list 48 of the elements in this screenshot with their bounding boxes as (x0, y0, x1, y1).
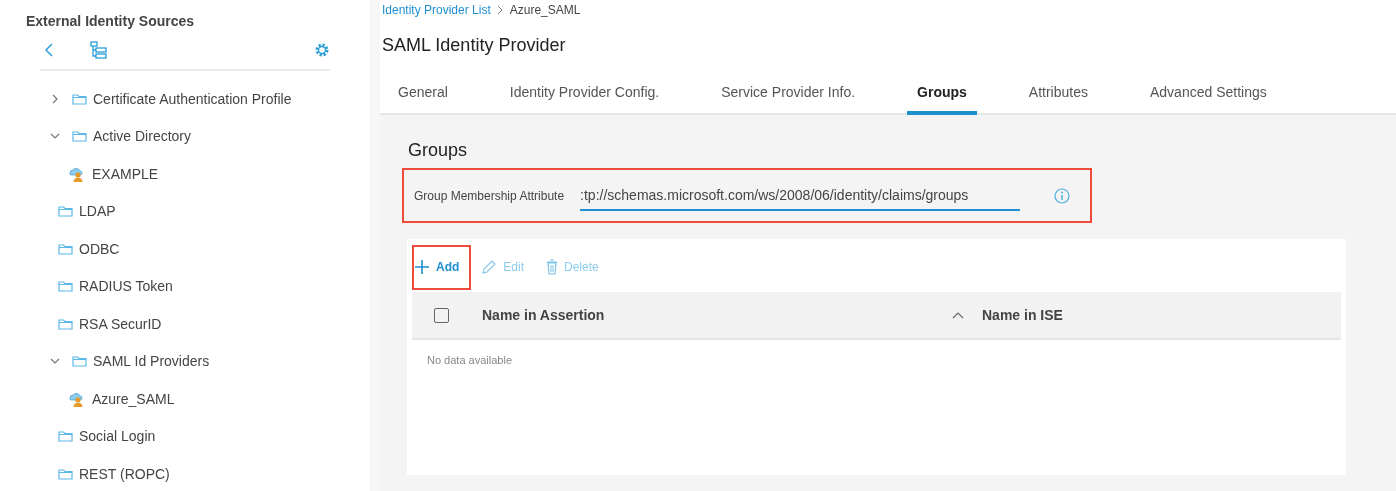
tab[interactable]: Advanced Settings (1140, 76, 1277, 115)
chevron-right-icon (496, 5, 504, 15)
tree-item-label[interactable]: Azure_SAML (92, 390, 175, 407)
page-title: SAML Identity Provider (382, 35, 567, 56)
tree-item-label[interactable]: RADIUS Token (79, 278, 173, 295)
tree-item-label[interactable]: Active Directory (93, 128, 192, 145)
breadcrumb-current: Azure_SAML (509, 3, 581, 17)
folder-icon (58, 242, 73, 255)
user-cloud-icon (68, 390, 86, 407)
folder-icon (72, 355, 87, 368)
tab[interactable]: General (388, 76, 458, 115)
tree-item-label[interactable]: REST (ROPC) (79, 465, 170, 482)
user-cloud-icon (68, 165, 86, 182)
back-icon[interactable] (44, 42, 54, 58)
input-field[interactable]: :tp://schemas.microsoft.com/ws/2008/06/identity/claims/groups (580, 180, 1021, 211)
tree-item-label[interactable]: LDAP (79, 203, 116, 220)
empty-message: No data available (427, 354, 513, 366)
section-title: Groups (408, 140, 469, 161)
tab[interactable]: Service Provider Info. (711, 76, 866, 115)
tab[interactable]: Identity Provider Config. (499, 76, 670, 115)
tree-item-label[interactable]: RSA SecurID (79, 315, 162, 332)
tree-item-label[interactable]: ODBC (79, 240, 120, 257)
folder-icon (58, 205, 73, 218)
tree-item-label[interactable]: Social Login (79, 428, 156, 445)
trash-icon (546, 259, 558, 275)
add-button[interactable]: Add (412, 244, 472, 290)
chevron-right-icon[interactable] (50, 93, 60, 104)
pencil-icon (481, 259, 498, 275)
folder-icon (72, 92, 87, 105)
tab[interactable]: Attributes (1018, 76, 1098, 115)
settings-icon[interactable] (314, 42, 330, 58)
tree-view-icon[interactable] (90, 41, 108, 59)
tree-item-label[interactable]: SAML Id Providers (93, 353, 210, 370)
folder-icon (58, 467, 73, 480)
folder-icon (72, 130, 87, 143)
folder-icon (58, 317, 73, 330)
checkbox[interactable] (434, 307, 449, 323)
column-header[interactable]: Name in ISE (982, 307, 1063, 323)
folder-icon (58, 430, 73, 443)
column-header[interactable]: Name in Assertion (482, 307, 605, 323)
folder-icon (58, 280, 73, 293)
tree-item-label[interactable]: EXAMPLE (92, 165, 159, 182)
breadcrumb-link[interactable]: Identity Provider List (382, 3, 491, 17)
plus-icon (414, 259, 430, 275)
sidebar-title: External Identity Sources (26, 13, 196, 29)
sort-ascending-icon[interactable] (952, 311, 964, 319)
field-label: Group Membership Attribute (414, 188, 565, 203)
tree-item-label[interactable]: Certificate Authentication Profile (93, 90, 292, 107)
